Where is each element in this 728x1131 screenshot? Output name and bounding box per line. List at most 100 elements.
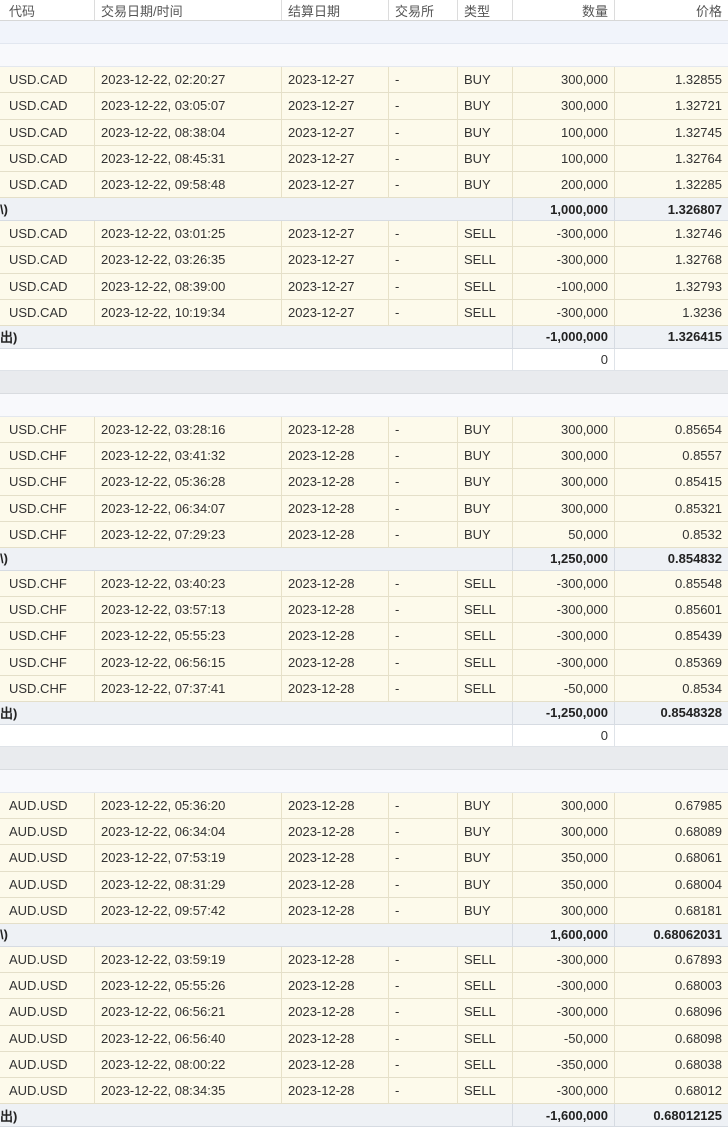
settle-date-cell: 2023-12-27: [281, 220, 388, 247]
price-cell: 0.8534: [614, 675, 728, 702]
type-cell: SELL: [457, 946, 512, 972]
table-row[interactable]: USD.CHF 2023-12-22, 03:41:32 2023-12-28- BU…: [0, 442, 728, 470]
table-row[interactable]: USD.CAD 2023-12-22, 08:38:04 2023-12-27- BU…: [0, 119, 728, 146]
datetime-cell: 2023-12-22, 05:55:26: [94, 972, 281, 999]
symbol-cell: USD.CAD: [9, 278, 68, 294]
symbol-cell: USD.CAD: [9, 72, 68, 88]
subtotal-price: 1.326415: [614, 326, 728, 348]
table-row[interactable]: USD.CHF 2023-12-22, 05:36:28 2023-12-28- BU…: [0, 469, 728, 496]
subtotal-quantity: -1,250,000: [512, 702, 614, 724]
header-settle-date[interactable]: 结算日期: [281, 0, 388, 20]
exchange-cell: -: [388, 649, 457, 675]
settle-date-cell: 2023-12-28: [281, 675, 388, 702]
table-row[interactable]: AUD.USD 2023-12-22, 06:56:21 2023-12-28- SE…: [0, 999, 728, 1026]
quantity-cell: -100,000: [512, 273, 614, 299]
quantity-cell: 200,000: [512, 172, 614, 198]
header-symbol[interactable]: 代码: [0, 0, 94, 20]
exchange-cell: -: [388, 1025, 457, 1051]
price-cell: 0.85439: [614, 623, 728, 649]
price-cell: 1.32768: [614, 247, 728, 273]
header-exchange[interactable]: 交易所: [388, 0, 457, 20]
price-cell: 0.85321: [614, 495, 728, 521]
quantity-cell: -350,000: [512, 1051, 614, 1078]
table-row[interactable]: USD.CHF 2023-12-22, 05:55:23 2023-12-28- SE…: [0, 623, 728, 650]
quantity-cell: 100,000: [512, 119, 614, 145]
table-row[interactable]: USD.CHF 2023-12-22, 07:37:41 2023-12-28- SE…: [0, 675, 728, 703]
table-row[interactable]: USD.CAD 2023-12-22, 09:58:48 2023-12-27- BU…: [0, 172, 728, 199]
table-row[interactable]: AUD.USD 2023-12-22, 08:31:29 2023-12-28- BU…: [0, 871, 728, 898]
buy-subtotal-row: \) 1,600,000 0.68062031: [0, 924, 728, 947]
price-cell: 1.32745: [614, 119, 728, 145]
table-row[interactable]: AUD.USD 2023-12-22, 06:56:40 2023-12-28- SE…: [0, 1025, 728, 1052]
price-cell: 1.3236: [614, 299, 728, 326]
table-row[interactable]: USD.CHF 2023-12-22, 03:40:23 2023-12-28- SE…: [0, 570, 728, 597]
table-row[interactable]: USD.CAD 2023-12-22, 02:20:27 2023-12-27- BU…: [0, 67, 728, 94]
datetime-cell: 2023-12-22, 06:56:15: [94, 649, 281, 675]
symbol-cell: AUD.USD: [9, 850, 68, 866]
table-row[interactable]: USD.CAD 2023-12-22, 03:05:07 2023-12-27- BU…: [0, 93, 728, 120]
table-row[interactable]: USD.CAD 2023-12-22, 03:26:35 2023-12-27- SE…: [0, 247, 728, 274]
quantity-cell: -300,000: [512, 596, 614, 623]
subtotal-price: 0.8548328: [614, 702, 728, 724]
header-datetime[interactable]: 交易日期/时间: [94, 0, 281, 20]
settle-date-cell: 2023-12-27: [281, 145, 388, 172]
table-row[interactable]: USD.CAD 2023-12-22, 08:45:31 2023-12-27- BU…: [0, 145, 728, 173]
type-cell: SELL: [457, 1078, 512, 1104]
header-type[interactable]: 类型: [457, 0, 512, 20]
exchange-cell: -: [388, 946, 457, 972]
exchange-cell: -: [388, 675, 457, 702]
exchange-cell: -: [388, 273, 457, 299]
table-row[interactable]: AUD.USD 2023-12-22, 03:59:19 2023-12-28- SE…: [0, 946, 728, 973]
quantity-cell: -50,000: [512, 1025, 614, 1051]
sell-subtotal-row: 出) -1,250,000 0.8548328: [0, 702, 728, 725]
table-row[interactable]: USD.CHF 2023-12-22, 03:57:13 2023-12-28- SE…: [0, 596, 728, 624]
header-quantity[interactable]: 数量: [512, 0, 614, 20]
datetime-cell: 2023-12-22, 07:53:19: [94, 845, 281, 871]
table-row[interactable]: USD.CAD 2023-12-22, 08:39:00 2023-12-27- SE…: [0, 273, 728, 300]
quantity-cell: 300,000: [512, 792, 614, 818]
table-row[interactable]: AUD.USD 2023-12-22, 06:34:04 2023-12-28- BU…: [0, 818, 728, 846]
table-row[interactable]: USD.CHF 2023-12-22, 06:56:15 2023-12-28- SE…: [0, 649, 728, 676]
table-row[interactable]: USD.CAD 2023-12-22, 10:19:34 2023-12-27- SE…: [0, 299, 728, 327]
type-cell: SELL: [457, 220, 512, 247]
table-row[interactable]: AUD.USD 2023-12-22, 09:57:42 2023-12-28- BU…: [0, 897, 728, 925]
type-cell: SELL: [457, 596, 512, 623]
datetime-cell: 2023-12-22, 03:41:32: [94, 442, 281, 469]
net-quantity: 0: [512, 348, 614, 371]
settle-date-cell: 2023-12-28: [281, 1051, 388, 1078]
table-row[interactable]: AUD.USD 2023-12-22, 05:55:26 2023-12-28- SE…: [0, 972, 728, 1000]
subtotal-price: 0.68062031: [614, 924, 728, 946]
datetime-cell: 2023-12-22, 09:57:42: [94, 897, 281, 924]
table-row[interactable]: AUD.USD 2023-12-22, 08:00:22 2023-12-28- SE…: [0, 1051, 728, 1079]
net-quantity-row: 0: [0, 348, 728, 372]
table-row[interactable]: USD.CHF 2023-12-22, 07:29:23 2023-12-28- BU…: [0, 521, 728, 549]
quantity-cell: -300,000: [512, 247, 614, 273]
quantity-cell: 100,000: [512, 145, 614, 172]
type-cell: SELL: [457, 273, 512, 299]
type-cell: SELL: [457, 299, 512, 326]
symbol-cell: USD.CAD: [9, 305, 68, 321]
group-header-row: [0, 393, 728, 417]
table-row[interactable]: USD.CAD 2023-12-22, 03:01:25 2023-12-27- SE…: [0, 220, 728, 248]
price-cell: 1.32746: [614, 220, 728, 247]
table-row[interactable]: USD.CHF 2023-12-22, 03:28:16 2023-12-28- BU…: [0, 416, 728, 443]
trades-table: 代码 交易日期/时间 结算日期 交易所 类型 数量 价格 USD.CAD 2023…: [0, 0, 728, 1127]
table-row[interactable]: AUD.USD 2023-12-22, 08:34:35 2023-12-28- SE…: [0, 1078, 728, 1105]
header-price[interactable]: 价格: [614, 0, 728, 20]
symbol-cell: USD.CAD: [9, 98, 68, 114]
table-row[interactable]: USD.CHF 2023-12-22, 06:34:07 2023-12-28- BU…: [0, 495, 728, 522]
settle-date-cell: 2023-12-27: [281, 299, 388, 326]
price-cell: 1.32721: [614, 93, 728, 119]
type-cell: BUY: [457, 145, 512, 172]
subtotal-price: 1.326807: [614, 198, 728, 220]
group-spacer: [0, 21, 728, 44]
type-cell: SELL: [457, 247, 512, 273]
type-cell: BUY: [457, 416, 512, 442]
table-row[interactable]: AUD.USD 2023-12-22, 07:53:19 2023-12-28- BU…: [0, 845, 728, 872]
settle-date-cell: 2023-12-28: [281, 972, 388, 999]
type-cell: SELL: [457, 570, 512, 596]
table-row[interactable]: AUD.USD 2023-12-22, 05:36:20 2023-12-28- BU…: [0, 792, 728, 819]
buy-subtotal-row: \) 1,000,000 1.326807: [0, 198, 728, 221]
price-cell: 0.8532: [614, 521, 728, 548]
datetime-cell: 2023-12-22, 08:34:35: [94, 1078, 281, 1104]
